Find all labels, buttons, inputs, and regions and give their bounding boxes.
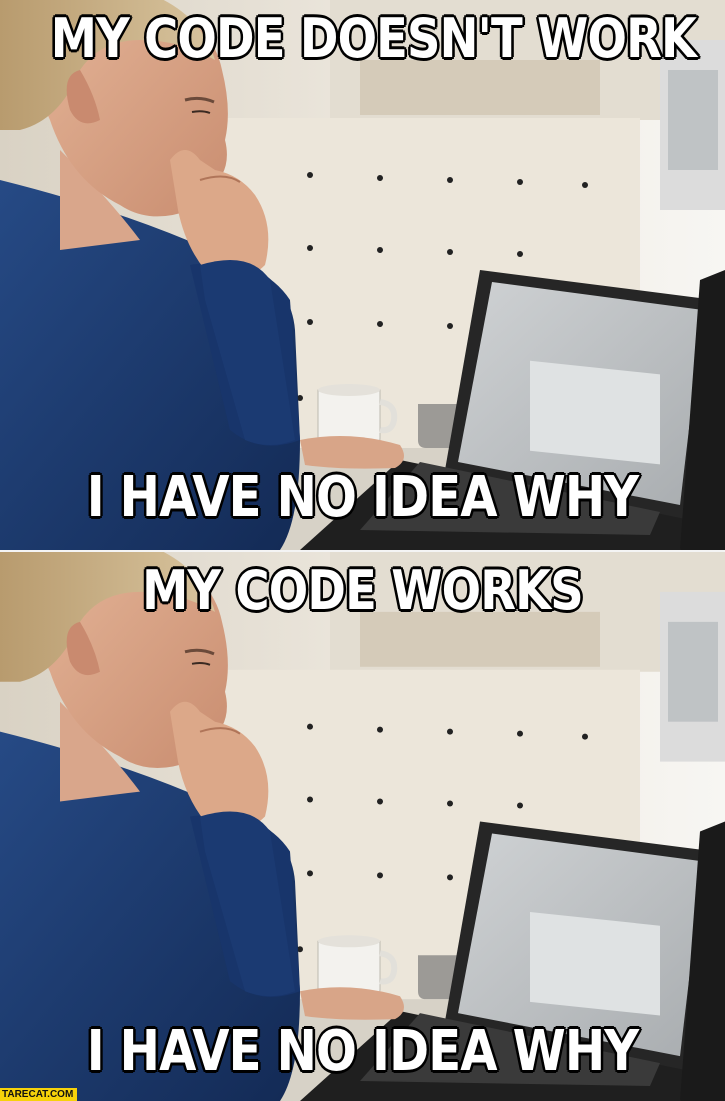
caption-top-panel-top: MY CODE DOESN'T WORK bbox=[50, 7, 698, 70]
caption-bottom-panel-bottom: I HAVE NO IDEA WHY bbox=[86, 1019, 641, 1084]
caption-bottom-panel-top: MY CODE WORKS bbox=[141, 559, 585, 622]
caption-top-panel-bottom: I HAVE NO IDEA WHY bbox=[86, 465, 641, 530]
watermark[interactable]: TARECAT.COM bbox=[0, 1088, 78, 1101]
top-panel: MY CODE DOESN'T WORK I HAVE NO IDEA WHY bbox=[0, 0, 725, 550]
bottom-panel: MY CODE WORKS I HAVE NO IDEA WHY TARECAT… bbox=[0, 552, 725, 1101]
